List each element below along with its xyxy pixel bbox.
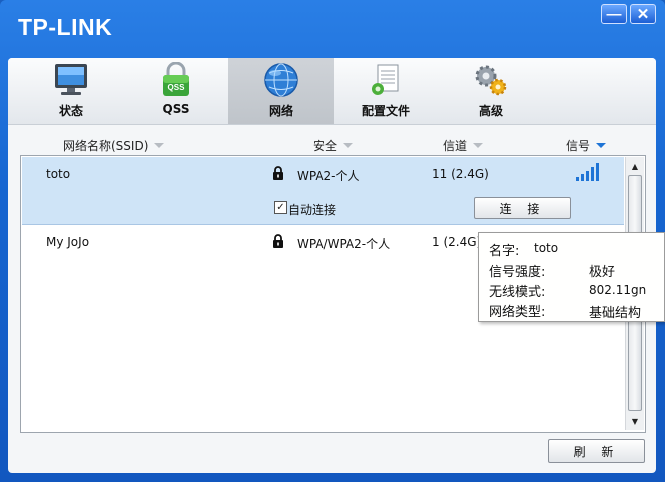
tab-qss-label: QSS	[162, 102, 190, 116]
globe-icon	[264, 63, 298, 97]
scroll-up-icon[interactable]: ▲	[627, 158, 643, 174]
network-info-tooltip: 名字: toto 信号强度: 极好 无线模式: 802.11gn 网络类型: 基…	[478, 232, 665, 322]
sort-arrow-icon	[343, 143, 354, 148]
minimize-button[interactable]: —	[601, 4, 627, 24]
tab-advanced-label: 高级	[478, 104, 503, 118]
auto-connect-checkbox[interactable]: ✓	[274, 201, 287, 214]
nav-bar: 状态 QSS QSS 网络 配置文件 高级	[8, 58, 656, 125]
scroll-down-icon[interactable]: ▼	[627, 413, 643, 429]
network-ssid[interactable]: My JoJo	[46, 235, 89, 249]
column-security-label: 安全	[313, 139, 338, 153]
column-ssid-label: 网络名称(SSID)	[63, 139, 149, 153]
network-row-selected[interactable]: toto WPA2-个人 11 (2.4G) ✓ 自动连接 连 接	[22, 157, 624, 225]
column-channel-header[interactable]: 信道	[443, 137, 484, 154]
network-ssid: toto	[46, 167, 71, 181]
tooltip-mode-value: 802.11gn	[589, 283, 647, 297]
sort-arrow-icon	[154, 143, 165, 148]
sort-arrow-icon	[473, 143, 484, 148]
tooltip-type-label: 网络类型:	[489, 305, 546, 320]
tooltip-name-label: 名字:	[489, 244, 520, 259]
profile-file-icon	[372, 64, 399, 95]
network-channel: 1 (2.4G)	[432, 235, 482, 249]
tooltip-type-value: 基础结构	[589, 306, 642, 321]
tooltip-mode-label: 无线模式:	[489, 285, 546, 300]
tooltip-strength-value: 极好	[589, 265, 616, 280]
tab-network-label: 网络	[268, 104, 293, 118]
sort-arrow-active-icon	[596, 143, 607, 148]
monitor-icon	[55, 64, 87, 95]
column-channel-label: 信道	[443, 139, 468, 153]
lock-icon	[273, 166, 283, 180]
column-signal-header[interactable]: 信号	[566, 137, 607, 154]
tab-status[interactable]: 状态	[18, 58, 124, 124]
tab-profiles-label: 配置文件	[361, 104, 410, 118]
column-ssid-header[interactable]: 网络名称(SSID)	[63, 137, 165, 154]
tab-advanced[interactable]: 高级	[438, 58, 544, 124]
auto-connect-label: 自动连接	[288, 203, 337, 217]
lock-icon	[273, 234, 283, 248]
network-security: WPA/WPA2-个人	[297, 237, 391, 251]
refresh-button[interactable]: 刷 新	[548, 439, 645, 463]
svg-text:QSS: QSS	[168, 83, 186, 92]
brand-logo: TP-LINK	[18, 14, 113, 40]
network-security: WPA2-个人	[297, 169, 360, 183]
tab-status-label: 状态	[58, 104, 83, 118]
qss-lock-icon: QSS	[163, 62, 189, 96]
column-signal-label: 信号	[566, 139, 591, 153]
tooltip-name-value: toto	[534, 241, 559, 255]
connect-button[interactable]: 连 接	[474, 197, 571, 219]
gears-icon	[475, 65, 507, 96]
close-button[interactable]: ✕	[630, 4, 656, 24]
tab-profiles[interactable]: 配置文件	[333, 58, 439, 124]
tab-network[interactable]: 网络	[228, 58, 334, 124]
column-security-header[interactable]: 安全	[313, 137, 354, 154]
signal-strength-icon	[576, 163, 599, 181]
tab-qss[interactable]: QSS QSS	[123, 58, 229, 124]
network-channel: 11 (2.4G)	[432, 167, 489, 181]
tooltip-strength-label: 信号强度:	[489, 265, 546, 280]
